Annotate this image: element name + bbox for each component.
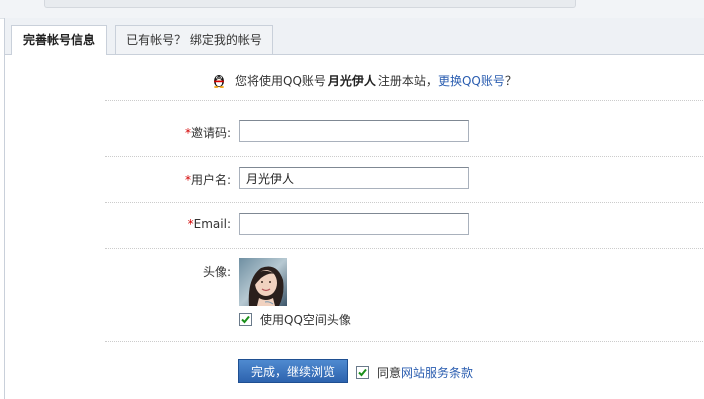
qq-account-info: 您将使用QQ账号 月光伊人 注册本站，更换QQ账号？ bbox=[211, 72, 517, 89]
register-panel: 完善帐号信息 已有帐号？ 绑定我的帐号 您将使用QQ账号 月光伊人 注册本站，更换Q… bbox=[4, 18, 704, 399]
change-qq-account-link[interactable]: 更换QQ账号 bbox=[438, 74, 505, 88]
tab-complete-account-info[interactable]: 完善帐号信息 bbox=[11, 25, 107, 55]
tab-bar: 完善帐号信息 已有帐号？ 绑定我的帐号 bbox=[5, 18, 704, 55]
username-input[interactable] bbox=[239, 167, 469, 189]
avatar bbox=[239, 258, 287, 306]
invite-code-row: *邀请码: bbox=[105, 100, 704, 157]
top-scroll-strip bbox=[44, 0, 576, 8]
qq-penguin-icon bbox=[211, 72, 227, 88]
use-qzone-avatar-option[interactable]: 使用QQ空间头像 bbox=[239, 311, 351, 328]
agree-prefix: 同意 bbox=[377, 366, 402, 380]
qq-account-info-row: 您将使用QQ账号 月光伊人 注册本站，更换QQ账号？ bbox=[105, 58, 704, 101]
email-label: *Email: bbox=[187, 217, 231, 231]
qq-account-name: 月光伊人 bbox=[327, 74, 376, 88]
use-qzone-avatar-label: 使用QQ空间头像 bbox=[260, 313, 351, 327]
tab-bind-existing-account[interactable]: 已有帐号？ 绑定我的帐号 bbox=[115, 25, 273, 54]
email-input[interactable] bbox=[239, 213, 469, 235]
avatar-label: 头像: bbox=[202, 265, 231, 279]
info-end: ？ bbox=[504, 74, 517, 88]
use-qzone-avatar-checkbox[interactable] bbox=[239, 313, 252, 326]
username-label: *用户名: bbox=[184, 173, 231, 187]
info-prefix: 您将使用QQ账号 bbox=[235, 74, 326, 88]
terms-of-service-link[interactable]: 网站服务条款 bbox=[401, 366, 473, 380]
invite-code-label: *邀请码: bbox=[184, 126, 231, 140]
email-row: *Email: bbox=[105, 202, 704, 249]
invite-code-input[interactable] bbox=[239, 120, 469, 142]
check-icon bbox=[241, 315, 250, 324]
avatar-row: 头像: 使用QQ空间头像 bbox=[105, 248, 704, 342]
username-row: *用户名: bbox=[105, 156, 704, 203]
info-suffix: 注册本站， bbox=[377, 74, 438, 88]
agree-terms-option: 同意网站服务条款 bbox=[356, 364, 473, 381]
agree-terms-checkbox[interactable] bbox=[356, 366, 369, 379]
top-bar bbox=[0, 0, 704, 19]
check-icon bbox=[358, 368, 367, 377]
submit-continue-button[interactable]: 完成，继续浏览 bbox=[238, 359, 348, 383]
